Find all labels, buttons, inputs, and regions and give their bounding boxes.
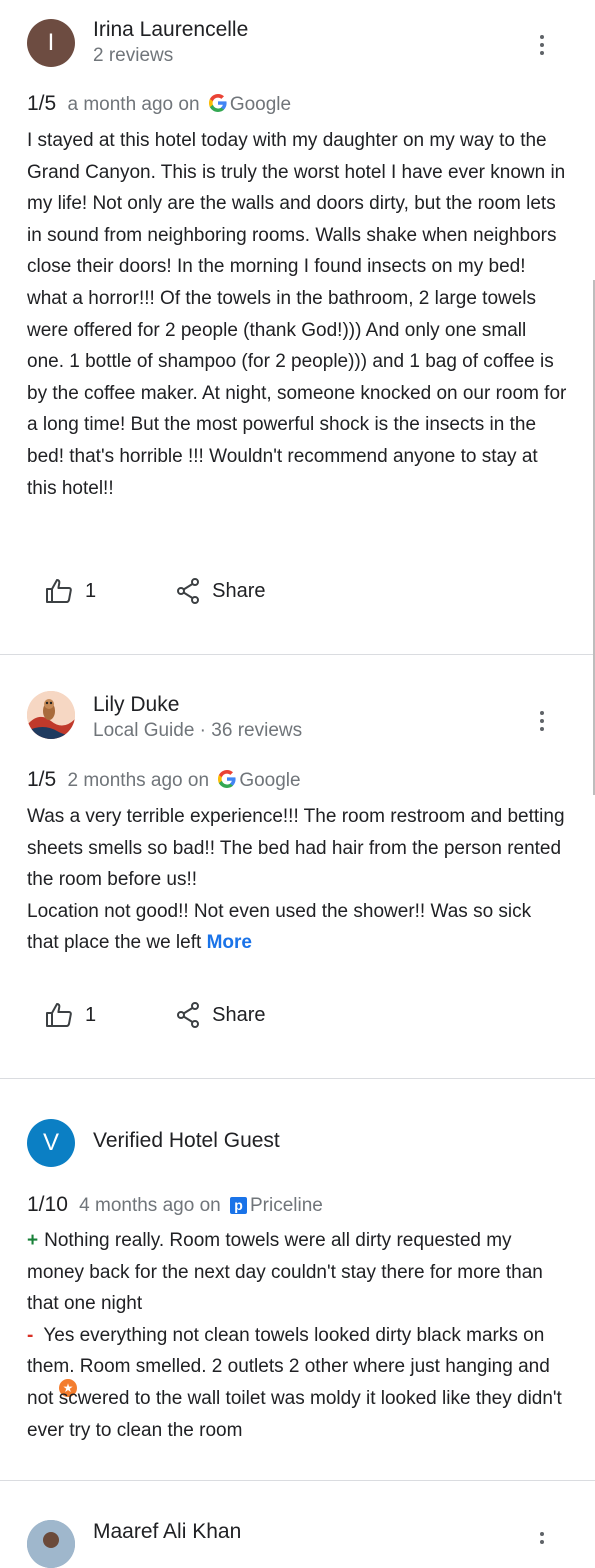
review-card: I Irina Laurencelle 2 reviews 1/5 a mont… bbox=[0, 0, 595, 655]
review-positive: + Nothing really. Room towels were all di… bbox=[27, 1230, 543, 1315]
review-divider bbox=[0, 1480, 595, 1481]
share-label: Share bbox=[212, 579, 266, 602]
reviewer-local-guide-info: Local Guide · 36 reviews bbox=[93, 720, 303, 741]
more-options-icon[interactable] bbox=[540, 711, 548, 735]
review-source[interactable]: Google bbox=[239, 770, 300, 791]
rating-row: 1/5 a month ago on Google bbox=[27, 92, 291, 116]
negative-mark: - bbox=[27, 1324, 34, 1346]
share-button[interactable]: Share bbox=[176, 578, 266, 604]
review-actions: 1 Share bbox=[45, 578, 266, 604]
thumbs-up-icon bbox=[46, 1003, 72, 1027]
reviewer-review-count: 2 reviews bbox=[93, 45, 174, 66]
review-source[interactable]: Priceline bbox=[250, 1195, 323, 1216]
rating-score: 1/10 bbox=[27, 1193, 68, 1216]
review-source[interactable]: Google bbox=[230, 94, 291, 115]
like-count: 1 bbox=[85, 579, 97, 602]
like-button[interactable]: 1 bbox=[45, 578, 96, 604]
review-text: I stayed at this hotel today with my dau… bbox=[27, 130, 567, 499]
like-count: 1 bbox=[85, 1003, 97, 1026]
priceline-p-icon: p bbox=[229, 1197, 247, 1214]
rating-score: 1/5 bbox=[27, 92, 57, 115]
rating-row: 1/5 2 months ago on Google bbox=[27, 768, 301, 792]
rating-score: 1/5 bbox=[27, 768, 57, 791]
review-text-paragraph: Location not good!! Not even used the sh… bbox=[27, 900, 532, 954]
reviewer-name: Verified Hotel Guest bbox=[93, 1129, 280, 1152]
review-negative: - Yes everything not clean towels looked … bbox=[27, 1324, 562, 1441]
reviewer-name[interactable]: Irina Laurencelle bbox=[93, 18, 248, 42]
review-text: Was a very terrible experience!!! The ro… bbox=[27, 801, 567, 959]
reviewer-avatar[interactable] bbox=[27, 691, 75, 739]
avatar-image bbox=[27, 1520, 75, 1568]
reviewer-name[interactable]: Lily Duke bbox=[93, 693, 179, 717]
review-time: a month ago on bbox=[67, 94, 200, 115]
share-icon bbox=[177, 1002, 200, 1028]
review-card: ★ Lily Duke Local Guide · 36 reviews 1/5… bbox=[0, 655, 595, 1399]
positive-mark: + bbox=[27, 1230, 39, 1251]
share-label: Share bbox=[212, 1003, 266, 1026]
google-g-icon bbox=[208, 94, 227, 112]
review-card: V Verified Hotel Guest 1/10 4 months ago… bbox=[0, 1079, 595, 1481]
review-time: 2 months ago on bbox=[67, 770, 210, 791]
avatar-image bbox=[27, 691, 75, 739]
share-button[interactable]: Share bbox=[176, 1002, 266, 1028]
more-options-icon[interactable] bbox=[540, 35, 548, 59]
reviewer-avatar[interactable]: V bbox=[27, 1119, 75, 1167]
review-text-paragraph: Was a very terrible experience!!! The ro… bbox=[27, 806, 565, 891]
google-g-icon bbox=[218, 770, 236, 788]
review-text: + Nothing really. Room towels were all di… bbox=[27, 1225, 567, 1446]
reviewer-name[interactable]: Maaref Ali Khan bbox=[93, 1520, 241, 1544]
more-options-icon[interactable] bbox=[540, 1532, 548, 1548]
review-time: 4 months ago on bbox=[79, 1195, 221, 1216]
thumbs-up-icon bbox=[46, 579, 72, 603]
reviewer-avatar[interactable] bbox=[27, 1520, 75, 1568]
like-button[interactable]: 1 bbox=[45, 1002, 96, 1028]
review-actions: 1 Share bbox=[45, 1002, 266, 1028]
rating-row: 1/10 4 months ago on p Priceline bbox=[27, 1193, 323, 1217]
share-icon bbox=[177, 578, 200, 604]
reviewer-avatar[interactable]: I bbox=[27, 19, 75, 67]
more-link[interactable]: More bbox=[207, 932, 252, 953]
